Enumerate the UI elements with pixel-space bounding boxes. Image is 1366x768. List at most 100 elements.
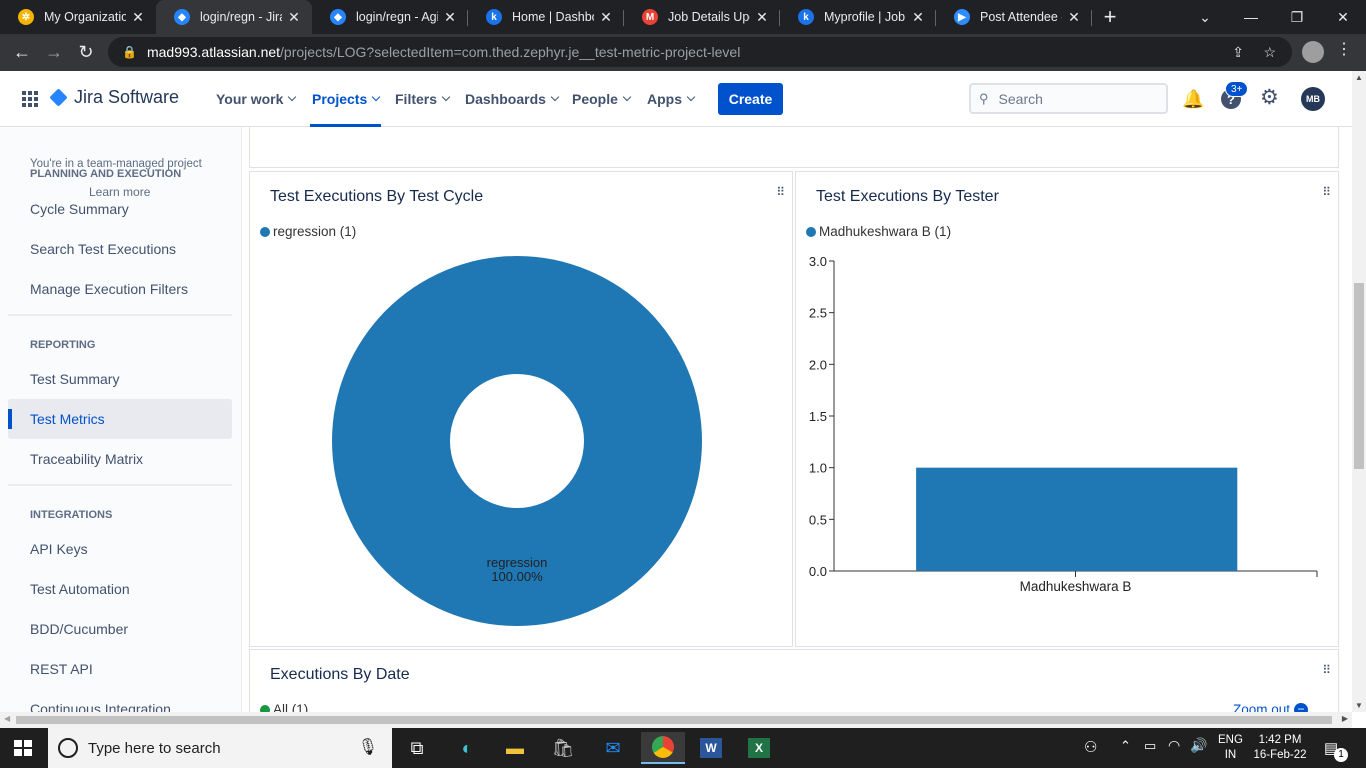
tab-close-icon[interactable]: ✕	[910, 9, 926, 26]
help-count-badge: 3+	[1225, 81, 1249, 97]
drag-handle-icon[interactable]: ⠿	[776, 186, 785, 198]
drag-handle-icon[interactable]: ⠿	[1322, 186, 1331, 198]
menu-label: Your work	[216, 91, 284, 107]
battery-icon[interactable]: ▭	[1144, 738, 1156, 754]
section-header-reporting: REPORTING	[30, 339, 96, 351]
browser-tab[interactable]: ◆ login/regn - Jira ✕	[156, 0, 312, 34]
sidebar-item-rest-api[interactable]: REST API	[8, 649, 232, 689]
sidebar-item-test-summary[interactable]: Test Summary	[8, 359, 232, 399]
share-icon[interactable]: ⇪	[1232, 44, 1244, 61]
jira-diamond-icon	[49, 88, 68, 107]
windows-taskbar: Type here to search 🎙 ⧉ ◐ ▬ 🛍 ✉ W X ⚇ ⌃ …	[0, 728, 1366, 768]
bar-chart: 3.0 2.5 2.0 1.5 1.0 0.5 0.0 Madhukeshwara B	[809, 254, 1318, 594]
volume-icon[interactable]: 🔊	[1190, 737, 1207, 754]
menu-dashboards[interactable]: Dashboards	[465, 71, 560, 127]
menu-your-work[interactable]: Your work	[216, 71, 297, 127]
wifi-icon[interactable]: ◠	[1168, 737, 1180, 754]
browser-tab[interactable]: k Home | Dashboard ✕	[468, 0, 624, 34]
menu-label: Projects	[312, 91, 368, 107]
tab-close-icon[interactable]: ✕	[130, 9, 146, 26]
url-field[interactable]: 🔒 mad993.atlassian.net/projects/LOG?sele…	[108, 37, 1292, 67]
brand-name: Jira Software	[74, 87, 180, 107]
sidebar-item-api-keys[interactable]: API Keys	[8, 529, 232, 569]
close-window-button[interactable]: ✕	[1320, 0, 1366, 34]
word-icon[interactable]: W	[689, 732, 733, 764]
back-icon[interactable]: ←	[6, 37, 38, 69]
tab-close-icon[interactable]: ✕	[754, 9, 770, 26]
microphone-icon[interactable]: 🎙	[358, 737, 378, 757]
tray-chevron-icon[interactable]: ⌃	[1120, 738, 1131, 754]
menu-filters[interactable]: Filters	[395, 71, 451, 127]
store-icon[interactable]: 🛍	[541, 732, 585, 764]
chevron-down-icon	[686, 92, 696, 102]
sidebar-item-traceability-matrix[interactable]: Traceability Matrix	[8, 439, 232, 479]
edge-icon[interactable]: ◐	[445, 732, 489, 764]
scrollbar-thumb[interactable]	[1354, 283, 1364, 469]
y-tick-label: 1.0	[809, 461, 827, 476]
tab-title: login/regn - Jira	[200, 10, 282, 24]
chevron-down-icon	[622, 92, 632, 102]
bookmark-star-icon[interactable]: ☆	[1263, 44, 1276, 61]
tab-search-icon[interactable]: ⌄	[1182, 0, 1228, 34]
vertical-scrollbar[interactable]: ▲ ▼	[1352, 71, 1366, 712]
zoom-out-button[interactable]: Zoom out −	[1233, 702, 1308, 712]
menu-projects[interactable]: Projects	[310, 71, 382, 127]
browser-tab[interactable]: ◆ login/regn - Agile ✕	[312, 0, 468, 34]
sidebar-item-bdd-cucumber[interactable]: BDD/Cucumber	[8, 609, 232, 649]
horizontal-scrollbar[interactable]: ◀ ▶	[0, 712, 1352, 728]
sidebar-item-cycle-summary[interactable]: Cycle Summary	[8, 189, 232, 229]
y-tick-label: 1.5	[809, 409, 827, 424]
browser-tab[interactable]: k Myprofile | Job ✕	[780, 0, 936, 34]
sidebar-item-test-automation[interactable]: Test Automation	[8, 569, 232, 609]
browser-menu-icon[interactable]: ⋮	[1336, 39, 1352, 59]
task-view-icon[interactable]: ⧉	[395, 732, 439, 764]
browser-tab[interactable]: ▶ Post Attendee - Z ✕	[936, 0, 1092, 34]
search-circle-icon	[58, 738, 78, 758]
profile-avatar[interactable]	[1302, 41, 1324, 63]
tab-title: login/regn - Agile	[356, 10, 438, 24]
chart-legend[interactable]: All (1)	[260, 702, 308, 712]
scroll-up-icon[interactable]: ▲	[1355, 73, 1363, 82]
menu-people[interactable]: People	[572, 71, 632, 127]
app-switcher-icon[interactable]	[22, 91, 38, 107]
forward-icon[interactable]: →	[38, 37, 70, 69]
scroll-down-icon[interactable]: ▼	[1355, 701, 1363, 710]
search-input[interactable]: ⚲ Search	[969, 83, 1168, 114]
sidebar-item-manage-execution-filters[interactable]: Manage Execution Filters	[8, 269, 232, 309]
people-icon[interactable]: ⚇	[1084, 738, 1097, 756]
settings-gear-icon[interactable]: ⚙	[1260, 85, 1279, 110]
tab-close-icon[interactable]: ✕	[442, 9, 458, 26]
tab-close-icon[interactable]: ✕	[286, 9, 302, 26]
chrome-icon[interactable]	[641, 732, 685, 764]
user-avatar[interactable]: MB	[1301, 87, 1325, 111]
new-tab-button[interactable]: +	[1092, 0, 1128, 34]
taskbar-search-input[interactable]: Type here to search 🎙	[48, 728, 392, 768]
reload-icon[interactable]: ↻	[70, 37, 102, 69]
browser-tab[interactable]: M Job Details Upda ✕	[624, 0, 780, 34]
language-indicator[interactable]: ENG IN	[1218, 733, 1243, 763]
sidebar-item-test-metrics[interactable]: Test Metrics	[8, 399, 232, 439]
file-explorer-icon[interactable]: ▬	[493, 732, 537, 764]
menu-label: People	[572, 91, 618, 107]
scroll-left-icon[interactable]: ◀	[4, 714, 10, 723]
sidebar-divider	[8, 484, 232, 486]
sidebar-item-search-test-executions[interactable]: Search Test Executions	[8, 229, 232, 269]
chevron-down-icon	[550, 92, 560, 102]
sidebar-item-continuous-integration[interactable]: Continuous Integration	[8, 689, 232, 712]
scroll-right-icon[interactable]: ▶	[1342, 714, 1348, 723]
mail-icon[interactable]: ✉	[591, 732, 635, 764]
menu-apps[interactable]: Apps	[647, 71, 696, 127]
restore-button[interactable]: ❐	[1274, 0, 1320, 34]
browser-tab[interactable]: ✲ My Organization ✕	[0, 0, 156, 34]
drag-handle-icon[interactable]: ⠿	[1322, 664, 1331, 676]
tab-close-icon[interactable]: ✕	[1066, 9, 1082, 26]
minimize-button[interactable]: —	[1228, 0, 1274, 34]
jira-logo[interactable]: Jira Software	[49, 87, 180, 108]
create-button[interactable]: Create	[718, 83, 783, 115]
tab-close-icon[interactable]: ✕	[598, 9, 614, 26]
scrollbar-thumb[interactable]	[16, 716, 1332, 724]
clock[interactable]: 1:42 PM 16-Feb-22	[1250, 733, 1310, 763]
excel-icon[interactable]: X	[737, 732, 781, 764]
notifications-bell-icon[interactable]: 🔔	[1182, 89, 1204, 110]
windows-start-icon[interactable]	[14, 740, 32, 756]
